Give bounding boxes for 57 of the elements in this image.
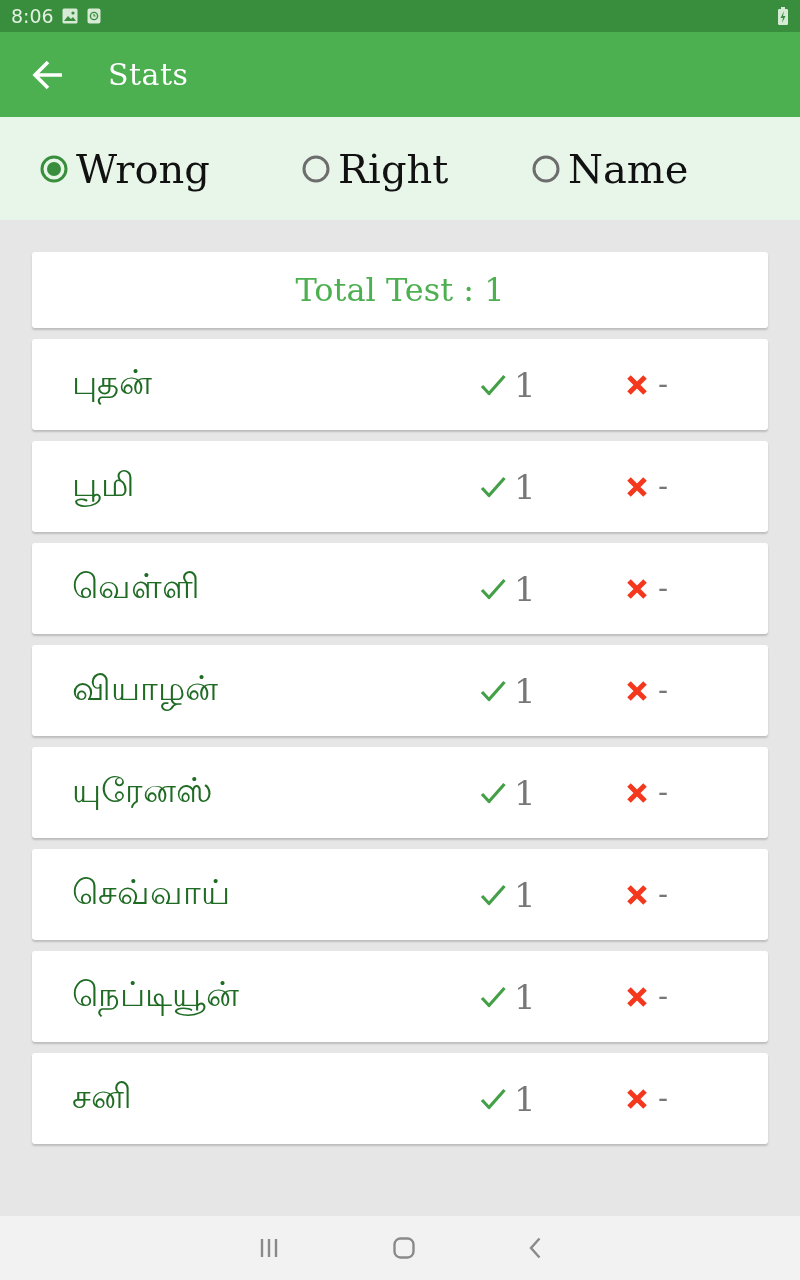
wrong-count: - (658, 572, 669, 605)
check-icon (480, 985, 506, 1008)
back-arrow-icon (32, 59, 64, 90)
sort-radio-option[interactable]: Right (302, 145, 449, 192)
wrong-count: - (658, 776, 669, 809)
planet-name: வியாழன் (72, 668, 480, 713)
right-count: 1 (514, 772, 536, 813)
planet-name: சனி (72, 1076, 133, 1118)
right-count: 1 (514, 976, 536, 1017)
back-nav-button[interactable] (529, 1237, 541, 1259)
back-button[interactable] (32, 59, 64, 90)
recents-icon (259, 1238, 279, 1258)
right-count: 1 (514, 364, 536, 405)
wrong-count: - (658, 878, 669, 911)
check-icon (480, 1087, 506, 1110)
sort-radio-option[interactable]: Name (532, 145, 689, 192)
battery-charging-icon (778, 7, 788, 25)
cross-icon (626, 373, 648, 396)
check-icon (480, 577, 506, 600)
planet-name: செவ்வாய் (72, 872, 231, 914)
home-icon (393, 1237, 415, 1259)
wrong-count: - (658, 1082, 669, 1115)
planet-name: புதன் (72, 362, 480, 407)
check-icon (480, 883, 506, 906)
cross-icon (626, 679, 648, 702)
cross-icon (626, 883, 648, 906)
back-chevron-icon (529, 1237, 541, 1259)
status-time: 8:06 (11, 5, 54, 27)
recents-button[interactable] (259, 1238, 279, 1258)
clock-icon (85, 8, 102, 24)
planet-name: யுரேனஸ் (72, 770, 214, 812)
cross-icon (626, 985, 648, 1008)
planet-name: நெப்டியூன் (72, 974, 480, 1019)
wrong-count: - (658, 368, 669, 401)
home-button[interactable] (393, 1237, 415, 1259)
total-test-label: Total Test : 1 (295, 271, 505, 309)
wrong-count: - (658, 674, 669, 707)
right-count: 1 (514, 1078, 536, 1119)
check-icon (480, 475, 506, 498)
wrong-count: - (658, 980, 669, 1013)
cross-icon (626, 475, 648, 498)
screen-title: Stats (108, 57, 189, 92)
image-icon (61, 8, 78, 24)
wrong-count: - (658, 470, 669, 503)
check-icon (480, 373, 506, 396)
right-count: 1 (514, 466, 536, 507)
check-icon (480, 781, 506, 804)
check-icon (480, 679, 506, 702)
planet-name: வெள்ளி (72, 566, 201, 608)
sort-radio-option[interactable]: Wrong (40, 145, 210, 192)
cross-icon (626, 781, 648, 804)
cross-icon (626, 577, 648, 600)
right-count: 1 (514, 670, 536, 711)
right-count: 1 (514, 568, 536, 609)
right-count: 1 (514, 874, 536, 915)
planet-name: பூமி (72, 464, 480, 509)
cross-icon (626, 1087, 648, 1110)
